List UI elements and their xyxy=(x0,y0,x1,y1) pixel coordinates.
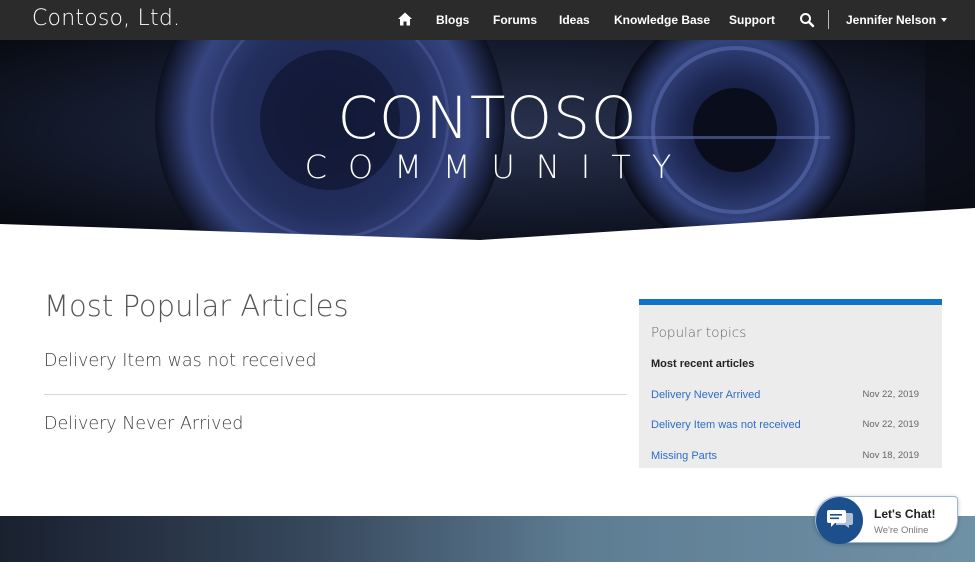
page-title: Most Popular Articles xyxy=(44,289,349,323)
nav-link-blogs[interactable]: Blogs xyxy=(436,13,469,27)
topic-date: Nov 22, 2019 xyxy=(862,419,919,430)
topic-link[interactable]: Delivery Item was not received xyxy=(651,419,801,431)
chat-status: We're Online xyxy=(874,525,929,536)
list-item: Delivery Never Arrived Nov 22, 2019 xyxy=(651,389,931,405)
topic-link[interactable]: Missing Parts xyxy=(651,450,717,462)
chat-widget[interactable]: Let's Chat! We're Online xyxy=(815,496,958,544)
chevron-down-icon xyxy=(941,17,948,22)
list-item: Missing Parts Nov 18, 2019 xyxy=(651,450,931,466)
home-icon[interactable] xyxy=(397,11,413,27)
popular-topics-panel: Popular topics Most recent articles Deli… xyxy=(639,299,942,468)
hero-subtitle: COMMUNITY xyxy=(304,148,693,186)
article-link[interactable]: Delivery Item was not received xyxy=(44,351,317,371)
chat-title: Let's Chat! xyxy=(874,507,936,521)
panel-subtitle: Most recent articles xyxy=(651,358,755,370)
user-name: Jennifer Nelson xyxy=(846,13,937,27)
nav-divider xyxy=(828,10,829,29)
search-icon[interactable] xyxy=(799,12,815,28)
chat-bubbles-icon[interactable] xyxy=(816,497,863,544)
nav-link-forums[interactable]: Forums xyxy=(493,13,537,27)
hero-title: CONTOSO xyxy=(337,84,638,152)
nav-link-support[interactable]: Support xyxy=(729,13,775,27)
user-menu[interactable]: Jennifer Nelson xyxy=(846,13,948,27)
panel-title: Popular topics xyxy=(651,325,747,341)
topic-date: Nov 22, 2019 xyxy=(862,389,919,400)
topic-link[interactable]: Delivery Never Arrived xyxy=(651,389,760,401)
brand-logo-text[interactable]: Contoso, Ltd. xyxy=(32,6,180,31)
article-link[interactable]: Delivery Never Arrived xyxy=(44,414,243,434)
hero-banner: CONTOSO COMMUNITY xyxy=(0,40,975,240)
nav-link-ideas[interactable]: Ideas xyxy=(559,13,590,27)
nav-link-knowledge-base[interactable]: Knowledge Base xyxy=(614,13,710,27)
article-divider xyxy=(44,394,627,395)
top-navigation-bar: Contoso, Ltd. Blogs Forums Ideas Knowled… xyxy=(0,0,975,40)
topic-date: Nov 18, 2019 xyxy=(862,450,919,461)
list-item: Delivery Item was not received Nov 22, 2… xyxy=(651,419,931,435)
